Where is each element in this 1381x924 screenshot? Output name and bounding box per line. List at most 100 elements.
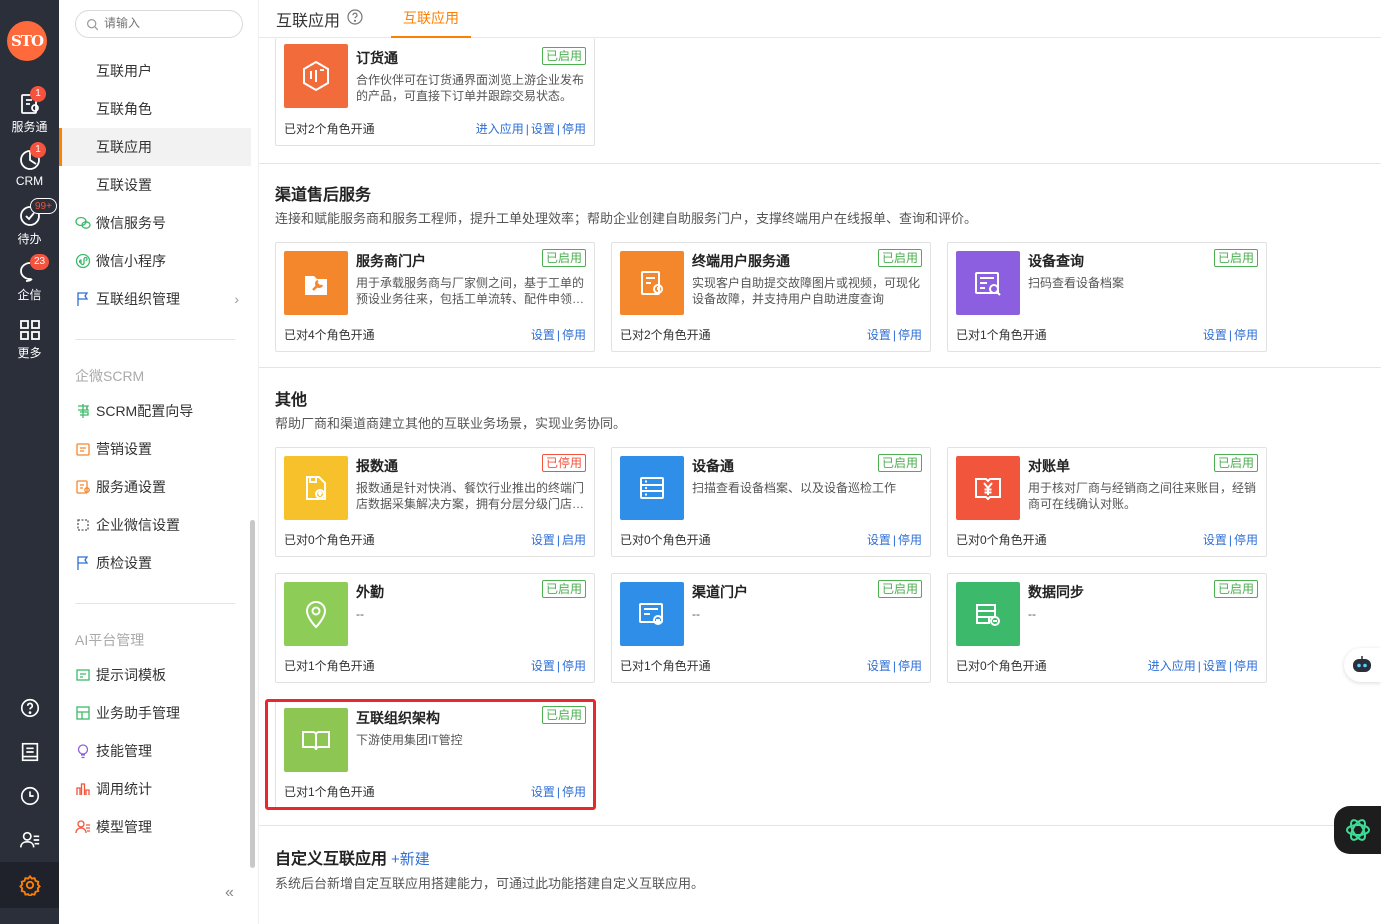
role-count: 已对1个角色开通: [284, 659, 375, 673]
settings-link[interactable]: 设置: [867, 533, 891, 547]
bar-chart-icon: [76, 783, 90, 795]
menu-item-assistant[interactable]: 业务助手管理: [59, 694, 251, 732]
menu-item-label: 互联应用: [96, 139, 152, 155]
menu-item-roles[interactable]: 互联角色: [59, 90, 251, 128]
app-card[interactable]: 终端用户服务通 已启用 实现客户自助提交故障图片或视频，可现化设备故障，并支持用…: [611, 242, 931, 352]
card-actions: 设置 | 停用: [866, 533, 922, 547]
new-app-button[interactable]: +新建: [391, 851, 430, 868]
app-card[interactable]: 数据同步 已启用 -- 已对0个角色开通 进入应用 | 设置 | 停用: [947, 573, 1267, 683]
rail-item-chat[interactable]: 23 企信: [0, 254, 59, 303]
rail-item-service[interactable]: 1 服务通: [0, 86, 59, 135]
menu-item-quality[interactable]: 质检设置: [59, 544, 251, 582]
report-upload-icon: [284, 456, 348, 520]
flag-icon: [77, 292, 89, 306]
role-count: 已对0个角色开通: [956, 659, 1047, 673]
menu-item-settings[interactable]: 互联设置: [59, 166, 251, 204]
menu-item-apps[interactable]: 互联应用: [59, 128, 251, 166]
settings-button[interactable]: [0, 862, 59, 908]
settings-link[interactable]: 设置: [531, 659, 555, 673]
notes-button[interactable]: [0, 741, 59, 766]
rail-item-crm[interactable]: 1 CRM: [0, 142, 59, 188]
status-badge: 已停用: [541, 454, 586, 472]
menu-scrollbar[interactable]: [250, 520, 255, 868]
app-name: 终端用户服务通: [692, 253, 790, 269]
app-card[interactable]: 设备通 已启用 扫描查看设备档案、以及设备巡检工作 已对0个角色开通 设置 | 停用: [611, 447, 931, 557]
settings-link[interactable]: 设置: [1203, 533, 1227, 547]
menu-item-wechat-mini[interactable]: 微信小程序: [59, 242, 251, 280]
tab-interconnect-apps[interactable]: 互联应用: [391, 0, 471, 38]
settings-link[interactable]: 设置: [1203, 659, 1227, 673]
rail-item-todo[interactable]: 99+ 待办: [0, 198, 59, 247]
disable-link[interactable]: 停用: [562, 659, 586, 673]
company-logo[interactable]: STO: [7, 21, 47, 61]
disable-link[interactable]: 停用: [898, 533, 922, 547]
menu-item-label: 微信服务号: [96, 215, 166, 231]
settings-link[interactable]: 设置: [867, 328, 891, 342]
menu-item-scrm-guide[interactable]: SCRM配置向导: [59, 392, 251, 430]
app-card[interactable]: 外勤 已启用 -- 已对1个角色开通 设置 | 停用: [275, 573, 595, 683]
status-badge: 已启用: [541, 249, 586, 267]
robot-assistant-button[interactable]: [1344, 648, 1381, 682]
enter-app-link[interactable]: 进入应用: [476, 122, 524, 136]
menu-item-service-settings[interactable]: 服务通设置: [59, 468, 251, 506]
settings-link[interactable]: 设置: [531, 533, 555, 547]
role-count: 已对0个角色开通: [284, 533, 375, 547]
app-description: 用于核对厂商与经销商之间往来账目，经销商可在线确认对账。: [1028, 481, 1257, 511]
search-input[interactable]: [104, 16, 234, 30]
app-card[interactable]: 订货通 已启用 合作伙伴可在订货通界面浏览上游企业发布的产品，可直接下订单并跟踪…: [275, 38, 595, 146]
disable-link[interactable]: 停用: [562, 328, 586, 342]
app-card[interactable]: 对账单 已启用 用于核对厂商与经销商之间往来账目，经销商可在线确认对账。 已对0…: [947, 447, 1267, 557]
menu-item-marketing[interactable]: 营销设置: [59, 430, 251, 468]
history-button[interactable]: [0, 785, 59, 810]
settings-link[interactable]: 设置: [531, 122, 555, 136]
role-count: 已对0个角色开通: [956, 533, 1047, 547]
menu-item-stats[interactable]: 调用统计: [59, 770, 251, 808]
card-actions: 进入应用 | 设置 | 停用: [475, 122, 586, 136]
order-app-icon: [284, 44, 348, 108]
highlight-box: [265, 699, 596, 810]
flag-icon: [77, 556, 89, 570]
role-count: 已对1个角色开通: [620, 659, 711, 673]
status-badge: 已启用: [1213, 454, 1258, 472]
question-icon: [20, 698, 39, 718]
contacts-button[interactable]: [0, 829, 59, 854]
menu-search[interactable]: [75, 10, 243, 38]
role-count: 已对0个角色开通: [620, 533, 711, 547]
collapse-menu-button[interactable]: «: [225, 884, 234, 902]
disable-link[interactable]: 停用: [1234, 659, 1258, 673]
app-description: 报数通是针对快消、餐饮行业推出的终端门店数据采集解决方案，拥有分层分级门店…: [356, 481, 585, 511]
help-button[interactable]: [0, 697, 59, 722]
rail-badge: 1: [30, 86, 46, 102]
help-icon[interactable]: [347, 9, 363, 25]
disable-link[interactable]: 停用: [562, 122, 586, 136]
menu-item-users[interactable]: 互联用户: [59, 52, 251, 90]
device-report-icon: [620, 251, 684, 315]
app-card[interactable]: 服务商门户 已启用 用于承载服务商与厂家侧之间，基于工单的预设业务往来，包括工单…: [275, 242, 595, 352]
role-count: 已对2个角色开通: [620, 328, 711, 342]
menu-item-prompt[interactable]: 提示词模板: [59, 656, 251, 694]
disable-link[interactable]: 停用: [1234, 328, 1258, 342]
app-card[interactable]: 渠道门户 已启用 -- 已对1个角色开通 设置 | 停用: [611, 573, 931, 683]
disable-link[interactable]: 停用: [898, 328, 922, 342]
menu-item-skills[interactable]: 技能管理: [59, 732, 251, 770]
settings-link[interactable]: 设置: [867, 659, 891, 673]
settings-link[interactable]: 设置: [531, 328, 555, 342]
menu-item-label: 质检设置: [96, 555, 152, 571]
menu-item-models[interactable]: 模型管理: [59, 808, 251, 846]
enter-app-link[interactable]: 进入应用: [1148, 659, 1196, 673]
rail-item-more[interactable]: 更多: [0, 318, 59, 361]
ai-assistant-button[interactable]: [1334, 806, 1381, 854]
menu-item-org[interactable]: 互联组织管理 ›: [59, 280, 251, 318]
disable-link[interactable]: 停用: [898, 659, 922, 673]
enable-link[interactable]: 启用: [562, 533, 586, 547]
settings-link[interactable]: 设置: [1203, 328, 1227, 342]
app-card[interactable]: 报数通 已停用 报数通是针对快消、餐饮行业推出的终端门店数据采集解决方案，拥有分…: [275, 447, 595, 557]
menu-item-wecom[interactable]: 企业微信设置: [59, 506, 251, 544]
menu-item-wechat-service[interactable]: 微信服务号: [59, 204, 251, 242]
card-actions: 设置 | 停用: [866, 659, 922, 673]
app-card[interactable]: 设备查询 已启用 扫码查看设备档案 已对1个角色开通 设置 | 停用: [947, 242, 1267, 352]
disable-link[interactable]: 停用: [1234, 533, 1258, 547]
app-name: 对账单: [1028, 458, 1070, 474]
menu-item-label: 互联用户: [96, 63, 152, 79]
rail-label: 服务通: [11, 120, 48, 134]
